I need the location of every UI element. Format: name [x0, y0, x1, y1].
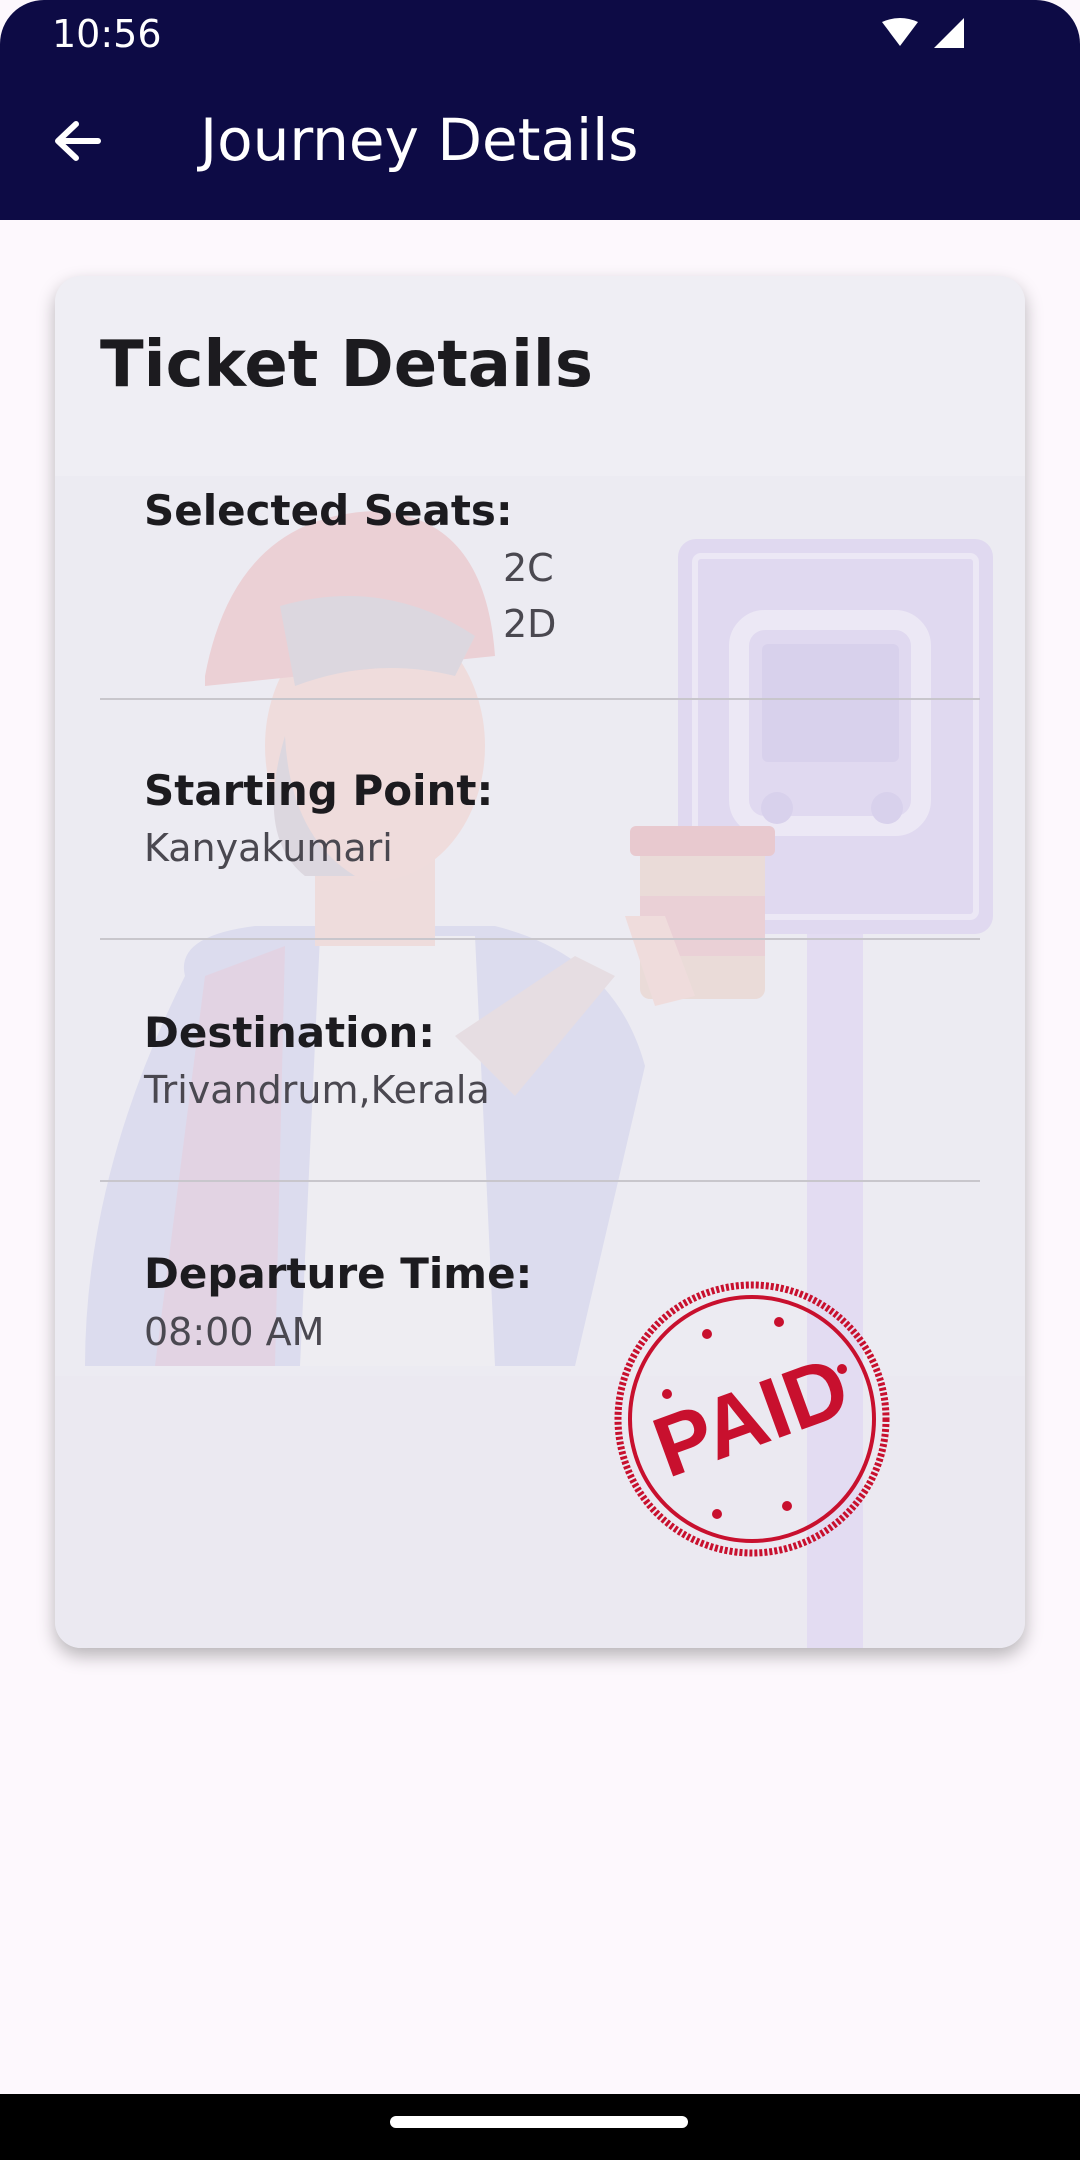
departure-time-value: 08:00 AM [144, 1310, 325, 1354]
stamp-text: PAID [641, 1338, 861, 1496]
seat-item: 2C [503, 546, 554, 590]
card-title: Ticket Details [100, 328, 593, 402]
paid-stamp: PAID [614, 1281, 890, 1557]
destination-label: Destination: [144, 1008, 436, 1057]
status-time: 10:56 [52, 12, 162, 56]
seat-item: 2D [503, 602, 557, 646]
wifi-icon [882, 18, 918, 46]
app-bar: 10:56 Journey Details [0, 0, 1080, 220]
starting-point-label: Starting Point: [144, 766, 494, 815]
destination-value: Trivandrum,Kerala [144, 1068, 490, 1112]
divider [100, 1180, 980, 1182]
signal-icon [934, 18, 964, 48]
home-indicator[interactable] [390, 2116, 688, 2128]
divider [100, 938, 980, 940]
back-button[interactable] [40, 104, 114, 178]
selected-seats-label: Selected Seats: [144, 486, 513, 535]
page-title: Journey Details [200, 106, 639, 174]
divider [100, 698, 980, 700]
ticket-card: Ticket Details Selected Seats: 2C 2D Sta… [55, 276, 1025, 1648]
arrow-left-icon [55, 121, 101, 161]
status-icons [882, 18, 964, 48]
starting-point-value: Kanyakumari [144, 826, 393, 870]
departure-time-label: Departure Time: [144, 1249, 533, 1298]
